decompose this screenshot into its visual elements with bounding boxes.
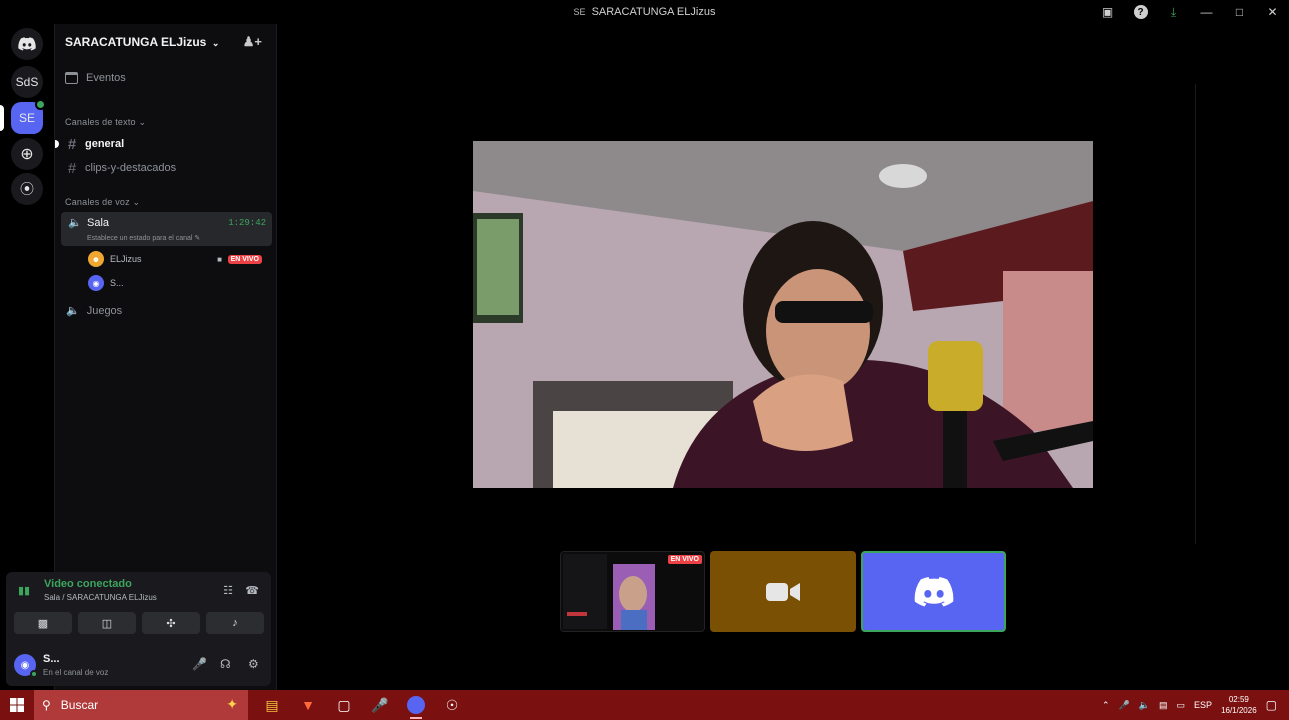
voice-timer: 1:29:42 bbox=[228, 218, 266, 228]
inbox-icon[interactable]: ▣ bbox=[1091, 0, 1124, 24]
headphones-icon[interactable]: ☊ bbox=[220, 657, 231, 671]
live-badge: EN VIVO bbox=[667, 555, 702, 564]
connection-status: Video conectado bbox=[44, 578, 132, 590]
server-icon: SE bbox=[573, 7, 586, 17]
app-window-icon[interactable]: ▢ bbox=[326, 690, 362, 720]
pencil-icon: ✎ bbox=[194, 235, 201, 242]
hash-icon: # bbox=[67, 159, 77, 177]
camera-off-button[interactable]: ▩ bbox=[14, 612, 72, 634]
copilot-sparkle-icon: ✦ bbox=[226, 696, 238, 712]
server-header[interactable]: SARACATUNGA ELJizus ⌄ ♟+ bbox=[55, 24, 276, 60]
discord-icon bbox=[914, 576, 953, 606]
voice-connection-panel: ▮▮ Video conectado Sala / SARACATUNGA EL… bbox=[6, 572, 271, 686]
notifications-icon[interactable]: ▢ bbox=[1266, 698, 1277, 712]
live-badge: EN VIVO bbox=[227, 254, 262, 264]
microphone-tray-icon[interactable]: 🎤 bbox=[1119, 700, 1130, 711]
recorder-icon[interactable]: 🎤 bbox=[362, 690, 398, 720]
add-server-button[interactable]: ⊕ bbox=[11, 138, 43, 170]
soundboard-icon: ♪ bbox=[232, 617, 238, 629]
taskbar-search[interactable]: ⚲ Buscar ✦ bbox=[34, 690, 248, 720]
system-tray: ⌃ 🎤 🔈 ▤ ▭ ESP 02:59 16/1/2026 ▢ bbox=[1102, 690, 1289, 720]
camera-icon: ■ bbox=[217, 254, 222, 264]
events-item[interactable]: Eventos bbox=[65, 72, 126, 84]
compass-icon: ⦿ bbox=[20, 181, 34, 197]
discord-taskbar-icon[interactable] bbox=[398, 690, 434, 720]
share-screen-button[interactable]: ◫ bbox=[78, 612, 136, 634]
user-tile-s[interactable] bbox=[861, 551, 1006, 632]
invite-people-icon[interactable]: ♟+ bbox=[243, 34, 262, 50]
camera-off-icon: ▩ bbox=[37, 617, 49, 630]
voice-user-eljizus[interactable]: ☻ ELJizus ■ EN VIVO bbox=[88, 249, 268, 269]
stream-tile-eljizus[interactable]: EN VIVO bbox=[560, 551, 705, 632]
soundboard-button[interactable]: ♪ bbox=[206, 612, 264, 634]
disconnect-icon[interactable]: ☎ bbox=[245, 584, 259, 597]
user-panel: ◉ S... En el canal de voz 🎤 ☊ ⚙ bbox=[12, 648, 265, 680]
volume-icon[interactable]: 🔈 bbox=[1139, 700, 1150, 711]
obs-icon[interactable]: ☉ bbox=[434, 690, 470, 720]
start-button[interactable] bbox=[0, 690, 34, 720]
activities-button[interactable]: ✣ bbox=[142, 612, 200, 634]
file-explorer-icon[interactable]: ▤ bbox=[254, 690, 290, 720]
discord-home-button[interactable] bbox=[11, 28, 43, 60]
video-camera-icon bbox=[766, 582, 800, 601]
selected-server-indicator bbox=[0, 105, 4, 131]
download-icon[interactable]: ⤓ bbox=[1157, 0, 1190, 24]
screen-share-icon: ◫ bbox=[101, 617, 113, 630]
brave-browser-icon[interactable]: ▼ bbox=[290, 690, 326, 720]
minimize-button[interactable]: — bbox=[1190, 0, 1223, 24]
language-indicator[interactable]: ESP bbox=[1194, 700, 1212, 710]
category-voice-channels[interactable]: Canales de voz ⌄ bbox=[65, 197, 140, 208]
online-status-indicator bbox=[30, 670, 38, 678]
main-video-feed[interactable] bbox=[473, 141, 1093, 488]
speaker-icon: 🔈 bbox=[68, 217, 82, 229]
notification-badge bbox=[35, 99, 46, 110]
help-button[interactable]: ? bbox=[1124, 0, 1157, 24]
title-bar: SE SARACATUNGA ELJizus ▣ ? ⤓ — □ ✕ bbox=[0, 0, 1289, 24]
voice-channel-sala[interactable]: 🔈 Sala 1:29:42 Establece un estado para … bbox=[61, 212, 272, 246]
close-button[interactable]: ✕ bbox=[1256, 0, 1289, 24]
window-title: SE SARACATUNGA ELJizus bbox=[573, 6, 716, 18]
help-icon: ? bbox=[1133, 5, 1148, 19]
taskbar: ⚲ Buscar ✦ ▤ ▼ ▢ 🎤 ☉ ⌃ 🎤 🔈 ▤ ▭ ESP 02:59… bbox=[0, 690, 1289, 720]
activities-icon: ✣ bbox=[166, 617, 176, 630]
unread-indicator bbox=[55, 140, 59, 148]
clock[interactable]: 02:59 16/1/2026 bbox=[1221, 694, 1257, 716]
battery-icon[interactable]: ▭ bbox=[1177, 700, 1186, 711]
voice-stage: EN VIVO bbox=[278, 24, 1289, 690]
server-se[interactable]: SE bbox=[11, 99, 46, 134]
channel-clips-y-destacados[interactable]: # clips-y-destacados bbox=[61, 157, 271, 179]
chevron-up-icon[interactable]: ⌃ bbox=[1102, 700, 1110, 711]
voice-channel-juegos[interactable]: 🔈 Juegos bbox=[61, 304, 122, 318]
maximize-button[interactable]: □ bbox=[1223, 0, 1256, 24]
search-icon: ⚲ bbox=[42, 698, 51, 712]
voice-user-s[interactable]: ◉ S... bbox=[88, 273, 268, 293]
category-text-channels[interactable]: Canales de texto ⌄ bbox=[65, 117, 146, 128]
user-status: En el canal de voz bbox=[43, 668, 109, 677]
network-icon[interactable]: ▤ bbox=[1159, 700, 1168, 711]
microphone-icon[interactable]: 🎤 bbox=[192, 657, 207, 671]
discord-icon bbox=[18, 37, 36, 51]
username: S... bbox=[43, 653, 60, 665]
windows-icon bbox=[10, 698, 24, 712]
channel-status-prompt[interactable]: Establece un estado para el canal ✎ bbox=[87, 234, 200, 242]
noise-suppression-icon[interactable]: ☷ bbox=[223, 584, 233, 597]
discover-button[interactable]: ⦿ bbox=[11, 173, 43, 205]
channel-general[interactable]: # general bbox=[55, 133, 271, 155]
signal-icon[interactable]: ▮▮ bbox=[18, 584, 30, 597]
camera-tile[interactable] bbox=[710, 551, 856, 632]
server-name: SARACATUNGA ELJizus bbox=[65, 35, 207, 49]
chevron-down-icon: ⌄ bbox=[209, 38, 220, 48]
avatar: ☻ bbox=[88, 251, 104, 267]
settings-gear-icon[interactable]: ⚙ bbox=[248, 657, 259, 671]
calendar-icon bbox=[65, 72, 78, 84]
hash-icon: # bbox=[67, 135, 77, 153]
speaker-icon: 🔈 bbox=[66, 305, 80, 317]
avatar: ◉ bbox=[88, 275, 104, 291]
scrollbar[interactable] bbox=[1195, 84, 1196, 544]
server-sds[interactable]: SdS bbox=[11, 66, 43, 98]
plus-icon: ⊕ bbox=[20, 146, 34, 163]
connection-location[interactable]: Sala / SARACATUNGA ELJizus bbox=[44, 593, 157, 602]
webcam-image bbox=[473, 141, 1093, 488]
